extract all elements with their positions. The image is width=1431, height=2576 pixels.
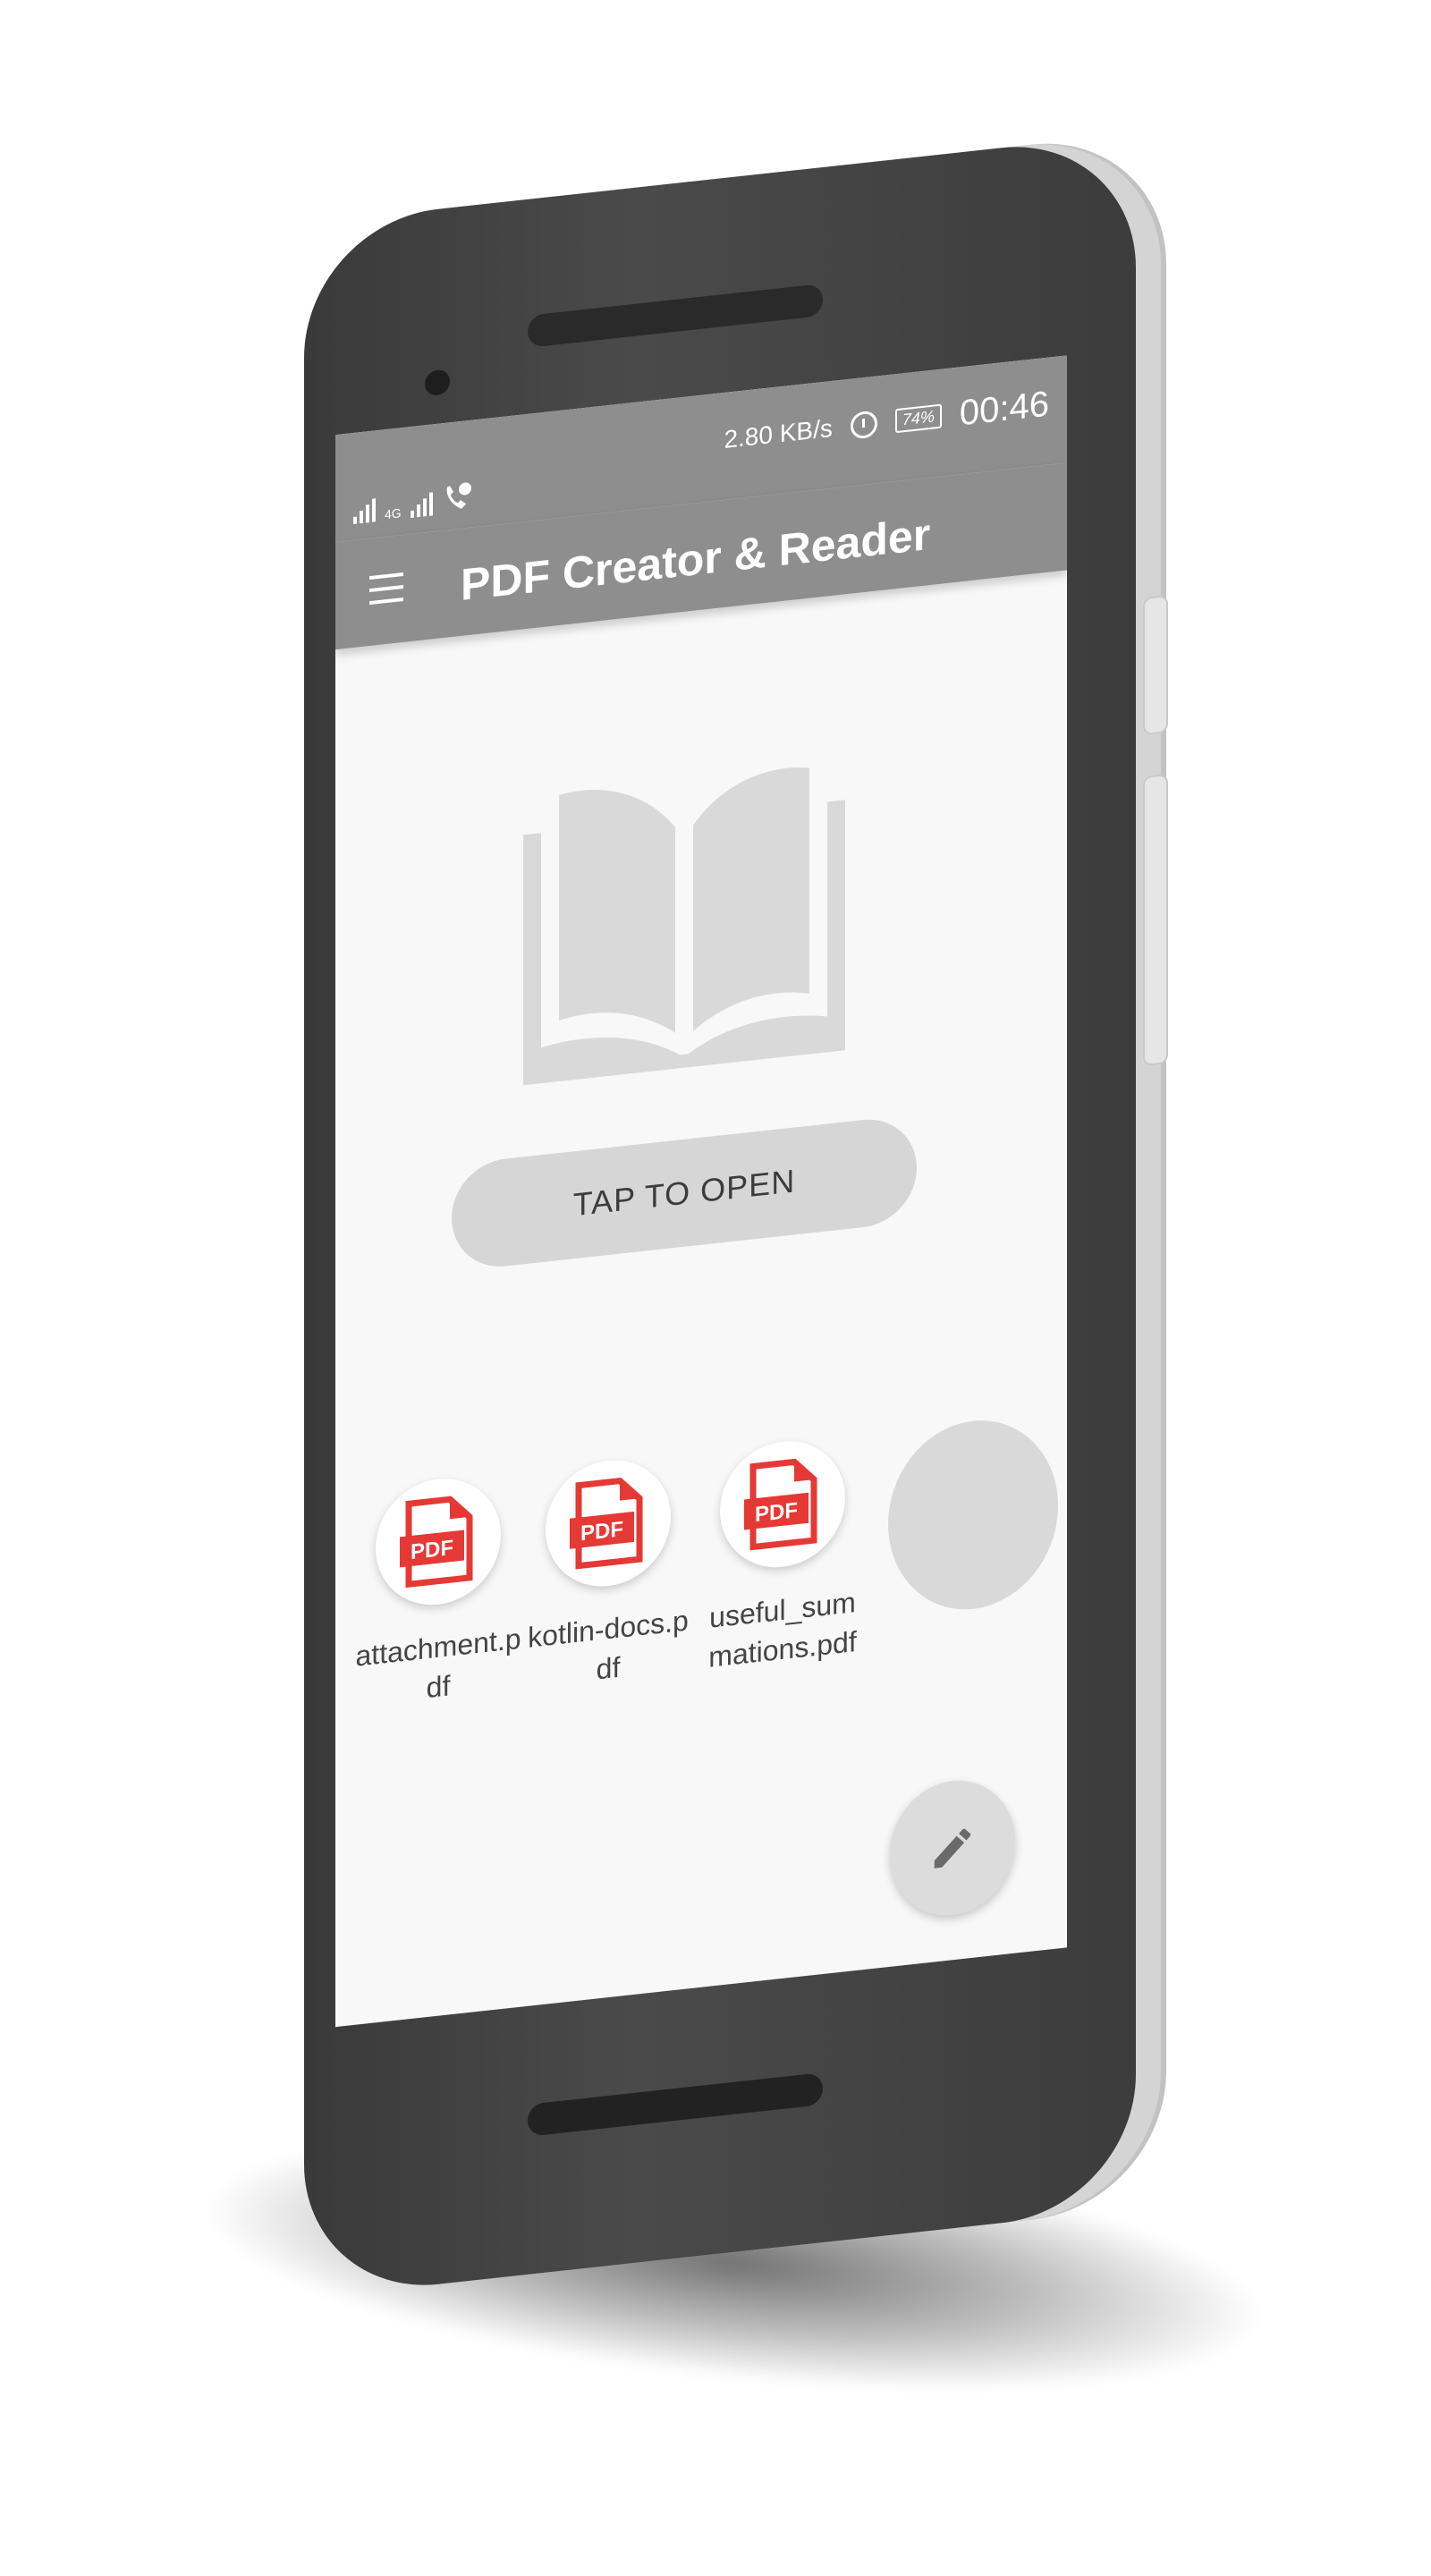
recent-file-name: attachment.pdf xyxy=(355,1622,521,1705)
recent-file-name: useful_summations.pdf xyxy=(708,1585,857,1674)
status-left-icons: 4G xyxy=(353,481,472,525)
pdf-icon: PDF xyxy=(400,1496,473,1589)
pdf-icon-label: PDF xyxy=(755,1498,798,1527)
pdf-icon-label: PDF xyxy=(411,1536,453,1564)
voice-call-icon xyxy=(446,482,471,509)
pdf-icon: PDF xyxy=(744,1458,817,1551)
recent-file-placeholder xyxy=(888,1411,1058,1619)
recent-file-item[interactable]: PDF attachment.pdf xyxy=(353,1470,523,1716)
signal-icon xyxy=(353,498,376,525)
volume-button xyxy=(1143,774,1168,1067)
recent-file-thumbnail[interactable]: PDF xyxy=(546,1453,671,1593)
recent-file-thumbnail[interactable]: PDF xyxy=(720,1435,845,1574)
open-book-icon xyxy=(523,767,845,1086)
device-mockup-stage: 4G 2.80 KB/s 74% 00:46 PDF Creator & Rea… xyxy=(0,0,1431,2576)
pdf-icon: PDF xyxy=(570,1477,643,1570)
network-type: 4G xyxy=(385,505,402,522)
tap-to-open-button[interactable]: TAP TO OPEN xyxy=(452,1114,917,1273)
phone-device: 4G 2.80 KB/s 74% 00:46 PDF Creator & Rea… xyxy=(304,132,1168,2299)
app-title: PDF Creator & Reader xyxy=(461,508,931,610)
status-time: 00:46 xyxy=(959,384,1049,434)
pencil-icon xyxy=(934,1828,971,1868)
app-screen: 4G 2.80 KB/s 74% 00:46 PDF Creator & Rea… xyxy=(335,355,1067,2028)
signal-icon xyxy=(410,492,433,519)
recent-file-thumbnail[interactable]: PDF xyxy=(376,1472,501,1612)
network-speed: 2.80 KB/s xyxy=(724,413,833,453)
recent-file-name: kotlin-docs.pdf xyxy=(528,1604,689,1686)
power-button xyxy=(1143,595,1168,736)
recent-file-item[interactable]: PDF kotlin-docs.pdf xyxy=(523,1452,693,1698)
create-pdf-fab[interactable] xyxy=(890,1774,1015,1922)
recent-file-item[interactable]: PDF useful_summations.pdf xyxy=(698,1433,868,1679)
battery-icon: 74% xyxy=(894,403,942,434)
status-right-icons: 2.80 KB/s 74% 00:46 xyxy=(724,385,1049,460)
alarm-icon xyxy=(850,409,877,440)
menu-icon[interactable] xyxy=(369,572,403,606)
pdf-icon-label: PDF xyxy=(580,1517,623,1546)
recent-files-list: PDF attachment.pdf PDF kotlin-docs.pdf P… xyxy=(353,1411,1060,1810)
